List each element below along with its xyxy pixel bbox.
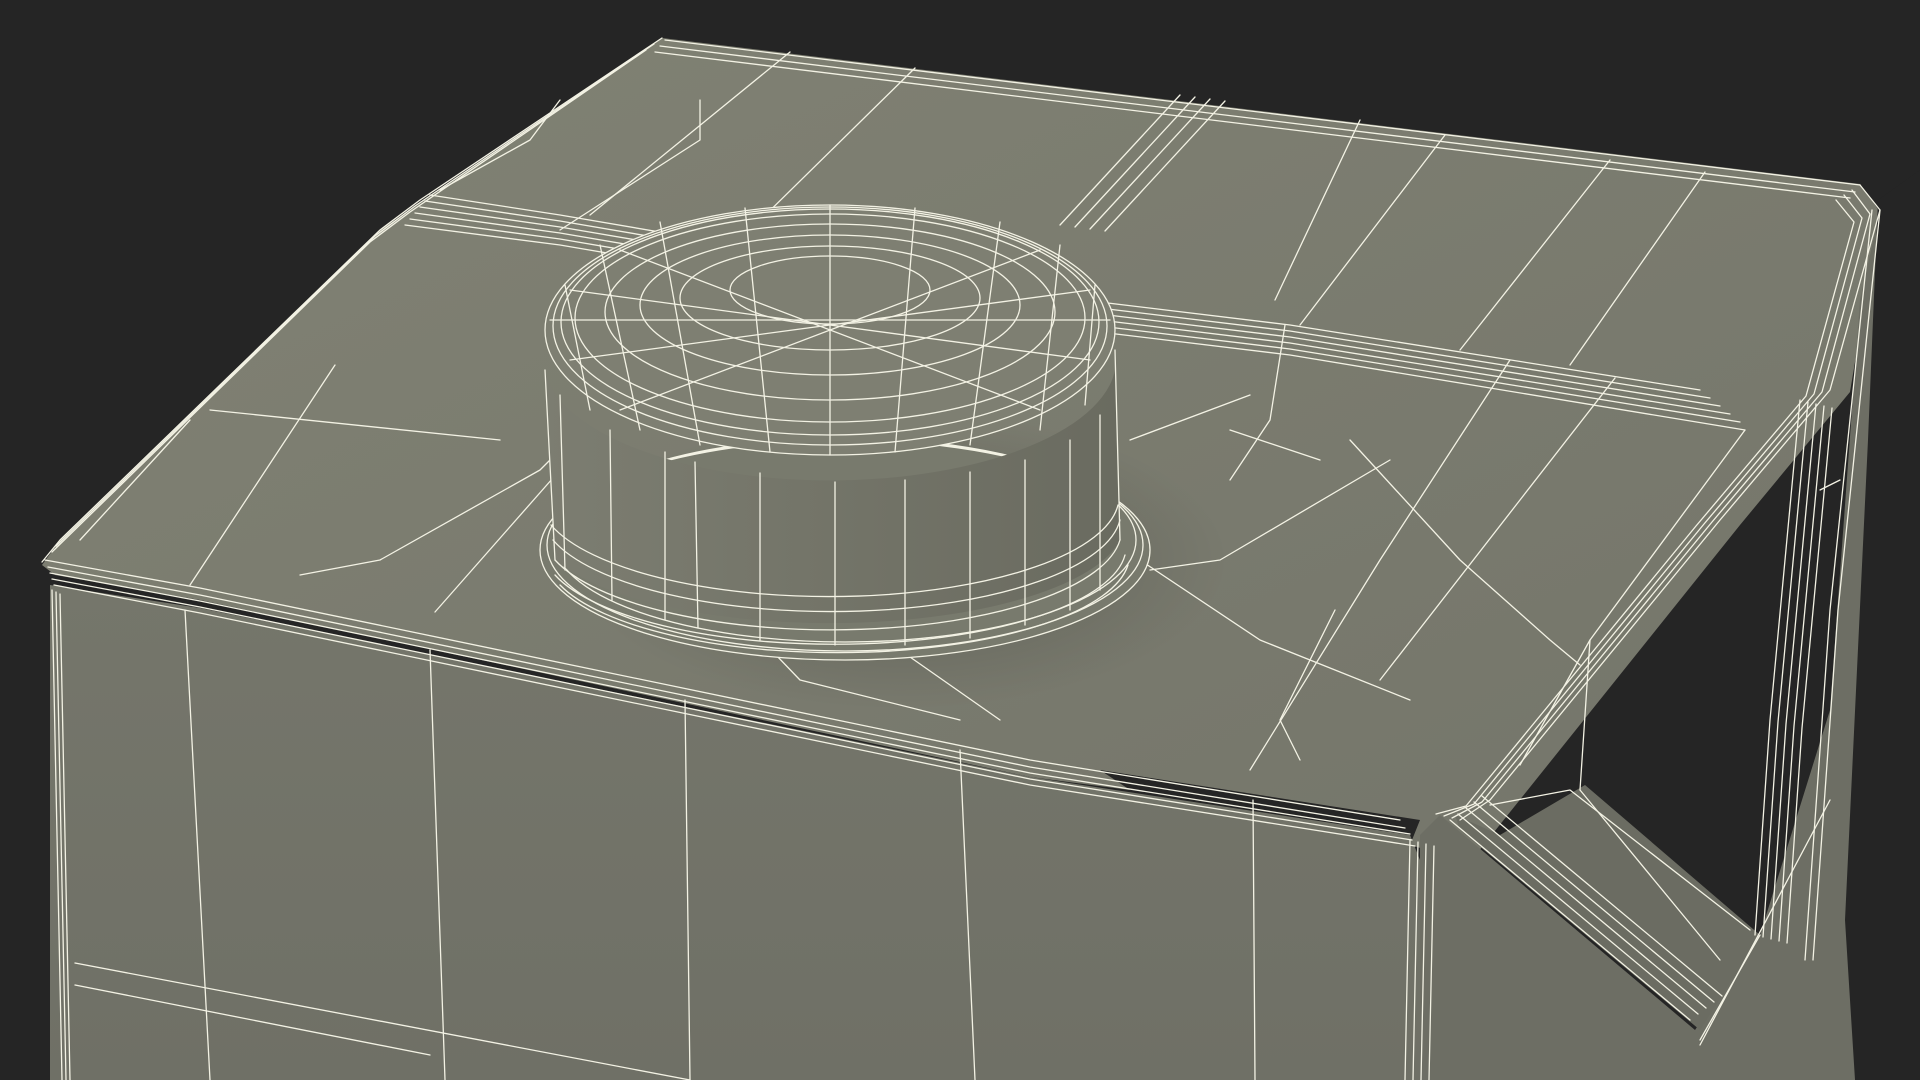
carton-wireframe-render: [41, 37, 1920, 1080]
render-viewport: [0, 0, 1920, 1080]
